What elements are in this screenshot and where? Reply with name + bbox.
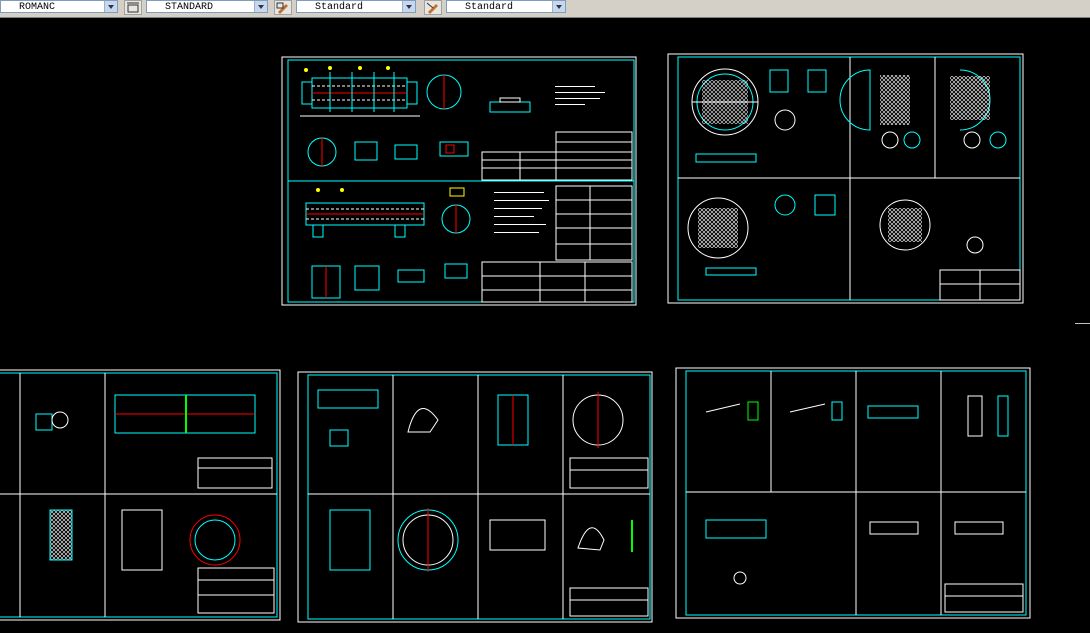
sheet-bottom-right[interactable] — [675, 367, 1031, 619]
sheet-bottom-left[interactable] — [0, 369, 281, 621]
chevron-down-icon[interactable] — [104, 1, 117, 12]
crosshair-marker — [1075, 323, 1090, 324]
table-style-value: Standard — [315, 2, 364, 13]
sheet-top-center[interactable] — [281, 56, 637, 306]
styles-toolbar: ROMANC STANDARD Standard Standard — [0, 0, 1090, 18]
text-style-combo[interactable]: ROMANC — [0, 0, 118, 13]
chevron-down-icon[interactable] — [254, 1, 267, 12]
text-style-value: ROMANC — [19, 2, 56, 13]
dimension-style-combo[interactable]: STANDARD — [146, 0, 268, 13]
chevron-down-icon[interactable] — [402, 1, 415, 12]
chevron-down-icon[interactable] — [552, 1, 565, 12]
vessel-elevation-1 — [300, 66, 420, 117]
multileader-style-value: Standard — [465, 2, 514, 13]
sheet-bottom-center[interactable] — [297, 371, 653, 623]
drawing-canvas[interactable] — [0, 18, 1090, 633]
sheet-top-right[interactable] — [667, 53, 1024, 304]
dimension-style-icon[interactable] — [124, 0, 142, 15]
table-style-combo[interactable]: Standard — [296, 0, 416, 13]
dimension-style-value: STANDARD — [165, 2, 214, 13]
multileader-style-combo[interactable]: Standard — [446, 0, 566, 13]
multileader-style-icon[interactable] — [424, 0, 442, 15]
table-style-icon[interactable] — [274, 0, 292, 15]
